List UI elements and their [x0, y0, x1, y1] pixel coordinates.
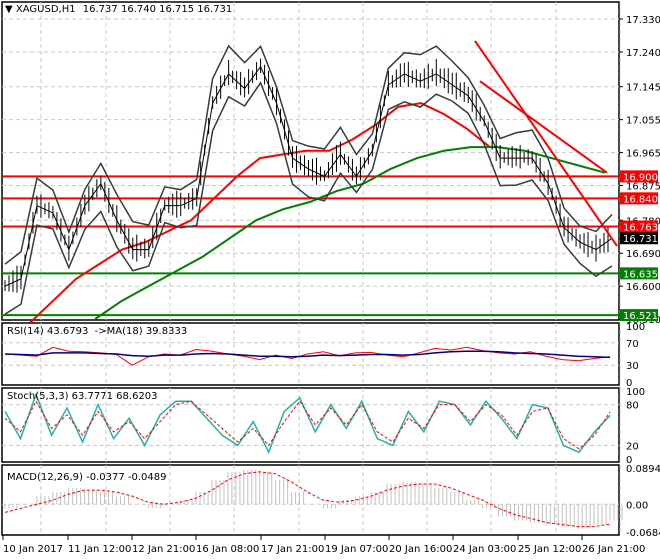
macd-title: MACD(12,26,9) -0.0377 -0.0489	[7, 472, 167, 483]
level-label: 16.521	[623, 311, 658, 322]
x-tick-label: 24 Jan 03:00	[453, 544, 516, 555]
y-tick-label: 17.055	[626, 116, 660, 127]
x-tick-label: 11 Jan 12:00	[68, 544, 131, 555]
y-tick-label: 17.240	[626, 48, 660, 59]
y-tick-label: 30	[626, 361, 639, 372]
y-tick-label: 17.330	[626, 15, 660, 26]
y-tick-label: 0.00	[626, 500, 648, 511]
x-tick-label: 25 Jan 12:00	[518, 544, 581, 555]
x-tick-label: 12 Jan 21:00	[132, 544, 195, 555]
header: ▼ XAGUSD,H1 16.737 16.740 16.715 16.731	[5, 4, 232, 15]
x-tick-label: 26 Jan 21:00	[582, 544, 645, 555]
collapse-arrow-icon[interactable]: ▼	[5, 4, 13, 15]
symbol-label: XAGUSD,H1	[15, 4, 76, 15]
x-tick-label: 17 Jan 21:00	[261, 544, 324, 555]
y-tick-label: 70	[626, 339, 639, 350]
x-tick-label: 16 Jan 08:00	[196, 544, 259, 555]
panel-frame-0	[1, 1, 620, 321]
level-label: 16.635	[623, 269, 658, 280]
y-tick-label: 20	[626, 441, 639, 452]
ma-slow-line	[94, 146, 606, 320]
level-label: 16.900	[623, 172, 658, 183]
y-tick-label: -0.0684	[626, 528, 660, 539]
y-tick-label: 16.690	[626, 249, 660, 260]
y-tick-label: 16.965	[626, 149, 660, 160]
y-tick-label: 100	[626, 387, 645, 398]
stoch-main-line	[4, 392, 611, 455]
x-tick-label: 20 Jan 16:00	[389, 544, 452, 555]
y-tick-label: 80	[626, 401, 639, 412]
level-label: 16.763	[623, 223, 658, 234]
y-tick-label: 100	[626, 322, 645, 333]
y-tick-label: 16.600	[626, 282, 660, 293]
current-price-label: 16.731	[623, 234, 658, 245]
trendline-2	[479, 80, 608, 174]
stoch-title: Stoch(5,3,3) 63.7771 68.6203	[7, 391, 158, 402]
y-tick-label: 17.145	[626, 83, 660, 94]
ohlc-values: 16.737 16.740 16.715 16.731	[82, 4, 233, 15]
level-label: 16.840	[623, 194, 658, 205]
bollinger-upper	[4, 44, 613, 265]
x-tick-label: 10 Jan 2017	[3, 544, 63, 555]
y-tick-label: 0.0894	[626, 464, 660, 475]
x-tick-label: 19 Jan 07:00	[325, 544, 388, 555]
rsi-title: RSI(14) 43.6793 ->MA(18) 39.8333	[7, 326, 188, 337]
chart-window: 10 Jan 2017 11 Jan 12:00 12 Jan 21:00 16 Ja…	[0, 0, 660, 560]
